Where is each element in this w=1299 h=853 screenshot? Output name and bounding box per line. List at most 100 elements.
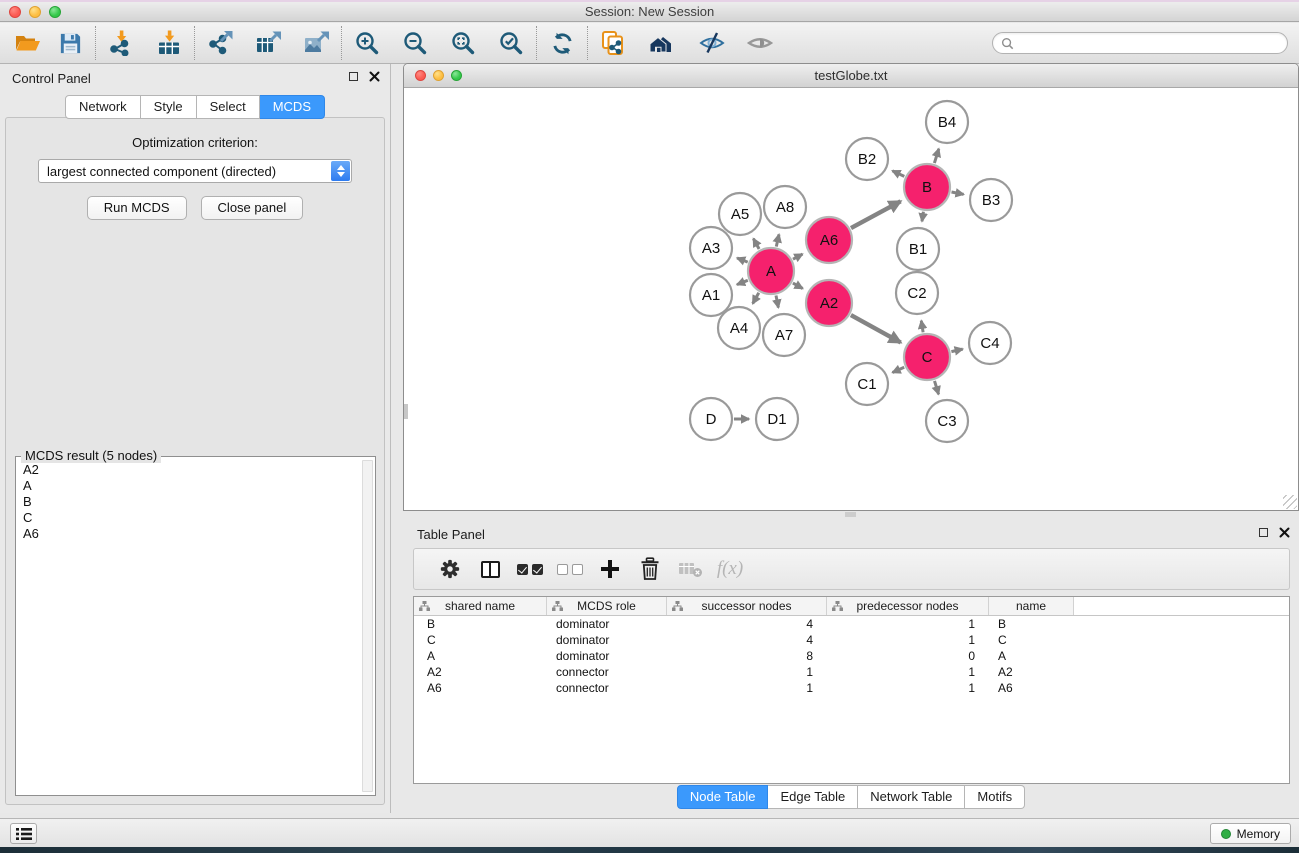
- column-header-MCDS-role[interactable]: MCDS role: [547, 597, 667, 615]
- network-minimize-button[interactable]: [433, 70, 444, 81]
- result-item-b[interactable]: B: [17, 494, 359, 510]
- node-A4[interactable]: A4: [718, 307, 760, 349]
- export-network-icon[interactable]: [202, 26, 238, 60]
- edge-A-A5[interactable]: [753, 239, 759, 249]
- save-session-icon[interactable]: [52, 26, 88, 60]
- close-window-button[interactable]: [9, 6, 21, 18]
- node-B3[interactable]: B3: [970, 179, 1012, 221]
- column-header-successor-nodes[interactable]: successor nodes: [667, 597, 827, 615]
- import-table-icon[interactable]: [151, 26, 187, 60]
- result-item-a[interactable]: A: [17, 478, 359, 494]
- edge-C-C3[interactable]: [935, 381, 939, 394]
- export-image-icon[interactable]: [298, 26, 334, 60]
- node-C3[interactable]: C3: [926, 400, 968, 442]
- result-item-c[interactable]: C: [17, 510, 359, 526]
- edge-A-A1[interactable]: [737, 280, 748, 284]
- table-row-b[interactable]: Bdominator41B: [414, 616, 1289, 632]
- optimization-criterion-select[interactable]: largest connected component (directed): [38, 159, 352, 183]
- result-item-a2[interactable]: A2: [17, 462, 359, 478]
- node-D1[interactable]: D1: [756, 398, 798, 440]
- float-panel-icon[interactable]: [349, 72, 358, 81]
- edge-A-A8[interactable]: [776, 234, 779, 246]
- node-C2[interactable]: C2: [896, 272, 938, 314]
- table-tab-motifs[interactable]: Motifs: [965, 785, 1025, 809]
- table-tab-node-table[interactable]: Node Table: [677, 785, 769, 809]
- close-table-panel-icon[interactable]: [1279, 527, 1290, 538]
- table-settings-gear-icon[interactable]: [430, 552, 470, 586]
- table-tab-edge-table[interactable]: Edge Table: [768, 785, 858, 809]
- zoom-fit-icon[interactable]: [445, 26, 481, 60]
- run-mcds-button[interactable]: Run MCDS: [87, 196, 187, 220]
- new-network-from-selection-icon[interactable]: [595, 26, 631, 60]
- zoom-selected-icon[interactable]: [493, 26, 529, 60]
- network-hscrollbar[interactable]: [845, 512, 856, 517]
- column-header-shared-name[interactable]: shared name: [414, 597, 547, 615]
- node-C1[interactable]: C1: [846, 363, 888, 405]
- edge-B-B3[interactable]: [952, 192, 964, 194]
- node-B4[interactable]: B4: [926, 101, 968, 143]
- tab-network[interactable]: Network: [65, 95, 141, 119]
- node-A3[interactable]: A3: [690, 227, 732, 269]
- select-all-columns-icon[interactable]: [510, 552, 550, 586]
- edge-C-C1[interactable]: [893, 367, 905, 372]
- result-item-a6[interactable]: A6: [17, 526, 359, 542]
- node-A8[interactable]: A8: [764, 186, 806, 228]
- network-vscrollbar[interactable]: [404, 404, 408, 419]
- export-table-icon[interactable]: [250, 26, 286, 60]
- node-A5[interactable]: A5: [719, 193, 761, 235]
- tab-style[interactable]: Style: [141, 95, 197, 119]
- column-header-name[interactable]: name: [989, 597, 1074, 615]
- node-B[interactable]: B: [904, 164, 950, 210]
- edge-C-C2[interactable]: [921, 321, 923, 333]
- zoom-window-button[interactable]: [49, 6, 61, 18]
- tab-mcds[interactable]: MCDS: [260, 95, 325, 119]
- node-B1[interactable]: B1: [897, 228, 939, 270]
- edge-B-B4[interactable]: [934, 149, 938, 163]
- resize-grip[interactable]: [1283, 495, 1297, 509]
- edge-A-A6[interactable]: [793, 254, 803, 259]
- table-tab-network-table[interactable]: Network Table: [858, 785, 965, 809]
- column-header-predecessor-nodes[interactable]: predecessor nodes: [827, 597, 989, 615]
- open-session-icon[interactable]: [10, 26, 46, 60]
- tab-select[interactable]: Select: [197, 95, 260, 119]
- node-A2[interactable]: A2: [806, 280, 852, 326]
- zoom-in-icon[interactable]: [349, 26, 385, 60]
- show-panels-icon[interactable]: [739, 26, 781, 60]
- table-row-c[interactable]: Cdominator41C: [414, 632, 1289, 648]
- edge-A-A7[interactable]: [776, 296, 778, 308]
- edge-B-B1[interactable]: [922, 212, 923, 222]
- delete-column-icon[interactable]: [630, 552, 670, 586]
- search-input[interactable]: [1019, 36, 1279, 50]
- network-close-button[interactable]: [415, 70, 426, 81]
- network-zoom-button[interactable]: [451, 70, 462, 81]
- edge-A2-C[interactable]: [851, 315, 901, 342]
- show-all-network-views-icon[interactable]: [643, 26, 685, 60]
- unselect-all-columns-icon[interactable]: [550, 552, 590, 586]
- node-C4[interactable]: C4: [969, 322, 1011, 364]
- edge-B-B2[interactable]: [892, 171, 904, 177]
- create-column-icon[interactable]: [590, 552, 630, 586]
- import-network-icon[interactable]: [103, 26, 139, 60]
- network-canvas[interactable]: B4B2BB3A8A5A6B1A3AC2A1A2A4A7C4CC1DD1C3: [404, 89, 1298, 510]
- table-row-a2[interactable]: A2connector11A2: [414, 664, 1289, 680]
- edge-A6-B[interactable]: [851, 201, 901, 228]
- node-A1[interactable]: A1: [690, 274, 732, 316]
- result-scrollbar[interactable]: [362, 460, 373, 792]
- close-panel-icon[interactable]: [369, 71, 380, 82]
- minimize-window-button[interactable]: [29, 6, 41, 18]
- zoom-out-icon[interactable]: [397, 26, 433, 60]
- refresh-icon[interactable]: [544, 26, 580, 60]
- table-row-a[interactable]: Adominator80A: [414, 648, 1289, 664]
- hide-panels-icon[interactable]: [691, 26, 733, 60]
- node-A7[interactable]: A7: [763, 314, 805, 356]
- edge-A-A4[interactable]: [753, 293, 759, 304]
- node-C[interactable]: C: [904, 334, 950, 380]
- edge-A-A2[interactable]: [793, 283, 803, 288]
- task-history-button[interactable]: [10, 823, 37, 844]
- edge-A-A3[interactable]: [737, 258, 748, 262]
- close-panel-button[interactable]: Close panel: [201, 196, 304, 220]
- edge-C-C4[interactable]: [951, 349, 962, 352]
- node-A6[interactable]: A6: [806, 217, 852, 263]
- float-table-panel-icon[interactable]: [1259, 528, 1268, 537]
- node-A[interactable]: A: [748, 248, 794, 294]
